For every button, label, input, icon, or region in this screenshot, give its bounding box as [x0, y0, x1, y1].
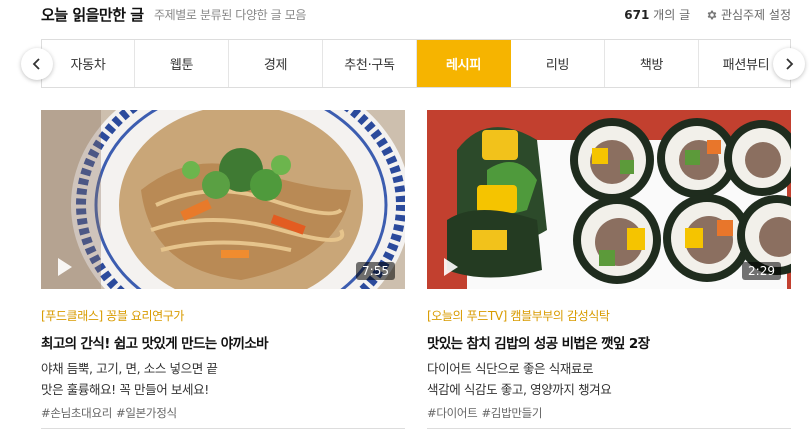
article-description: 야채 듬뿍, 고기, 면, 소스 넣으면 끝 맛은 훌륭해요! 꼭 만들어 보세… [41, 358, 405, 400]
article-tags: #손님초대요리 #일본가정식 [41, 405, 405, 421]
play-icon [58, 258, 72, 276]
tab-webtoon[interactable]: 웹툰 [135, 40, 229, 87]
category-tabs: 자동차 웹툰 경제 추천·구독 레시피 리빙 책방 패션뷰티 [41, 39, 791, 88]
next-tabs-button[interactable] [773, 48, 805, 80]
tab-books[interactable]: 책방 [605, 40, 699, 87]
page-subtitle: 주제별로 분류된 다양한 글 모음 [154, 8, 306, 22]
tab-label: 책방 [639, 58, 664, 73]
divider [41, 428, 405, 429]
yakisoba-image [41, 110, 405, 289]
tab-label: 추천·구독 [344, 58, 395, 73]
play-icon [444, 258, 458, 276]
tab-label: 자동차 [70, 58, 106, 73]
description-line: 다이어트 식단으로 좋은 식재료로 [427, 361, 594, 376]
article-count: 671 [624, 8, 650, 22]
video-duration: 7:55 [356, 262, 395, 280]
section-header: 오늘 읽을만한 글 주제별로 분류된 다양한 글 모음 671 개의 글 관심주… [41, 4, 791, 24]
divider [427, 428, 791, 429]
article-description: 다이어트 식단으로 좋은 식재료로 색감에 식감도 좋고, 영양까지 챙겨요 [427, 358, 791, 400]
tab-label: 레시피 [446, 58, 481, 73]
gear-icon [707, 10, 717, 20]
description-line: 색감에 식감도 좋고, 영양까지 챙겨요 [427, 382, 612, 397]
article-card: 2:29 [오늘의 푸드TV] 캠블부부의 감성식탁 맛있는 참치 김밥의 성공… [427, 110, 791, 421]
tab-label: 웹툰 [169, 58, 194, 73]
article-card: 7:55 [푸드클래스] 꽁블 요리연구가 최고의 간식! 쉽고 맛있게 만드는… [41, 110, 405, 421]
tab-recipe[interactable]: 레시피 [417, 40, 511, 87]
article-title[interactable]: 맛있는 참치 김밥의 성공 비법은 깻잎 2장 [427, 332, 791, 352]
tab-recommend-subscribe[interactable]: 추천·구독 [323, 40, 417, 87]
tag-link[interactable]: #손님초대요리 [41, 406, 112, 420]
article-source[interactable]: [오늘의 푸드TV] 캠블부부의 감성식탁 [427, 307, 791, 324]
tag-link[interactable]: #김밥만들기 [481, 406, 542, 420]
tab-label: 경제 [263, 58, 288, 73]
tag-link[interactable]: #다이어트 [427, 406, 478, 420]
page-title: 오늘 읽을만한 글 [41, 6, 144, 24]
video-duration: 2:29 [742, 262, 781, 280]
description-line: 맛은 훌륭해요! 꼭 만들어 보세요! [41, 382, 209, 397]
settings-link[interactable]: 관심주제 설정 [694, 8, 791, 22]
tag-link[interactable]: #일본가정식 [116, 406, 177, 420]
prev-tabs-button[interactable] [21, 48, 53, 80]
tab-living[interactable]: 리빙 [511, 40, 605, 87]
tab-label: 패션뷰티 [722, 58, 770, 73]
tab-label: 리빙 [545, 58, 570, 73]
header-right: 671 개의 글 관심주제 설정 [624, 6, 791, 23]
description-line: 야채 듬뿍, 고기, 면, 소스 넣으면 끝 [41, 361, 218, 376]
chevron-right-icon [786, 58, 794, 70]
article-tags: #다이어트 #김밥만들기 [427, 405, 791, 421]
settings-label: 관심주제 설정 [720, 8, 791, 22]
article-title[interactable]: 최고의 간식! 쉽고 맛있게 만드는 야끼소바 [41, 332, 405, 352]
article-source[interactable]: [푸드클래스] 꽁블 요리연구가 [41, 307, 405, 324]
chevron-left-icon [32, 58, 40, 70]
video-thumbnail[interactable]: 2:29 [427, 110, 791, 289]
kimbap-image [427, 110, 791, 289]
tab-economy[interactable]: 경제 [229, 40, 323, 87]
video-thumbnail[interactable]: 7:55 [41, 110, 405, 289]
tab-auto[interactable]: 자동차 [42, 40, 135, 87]
article-count-suffix: 개의 글 [653, 8, 691, 22]
